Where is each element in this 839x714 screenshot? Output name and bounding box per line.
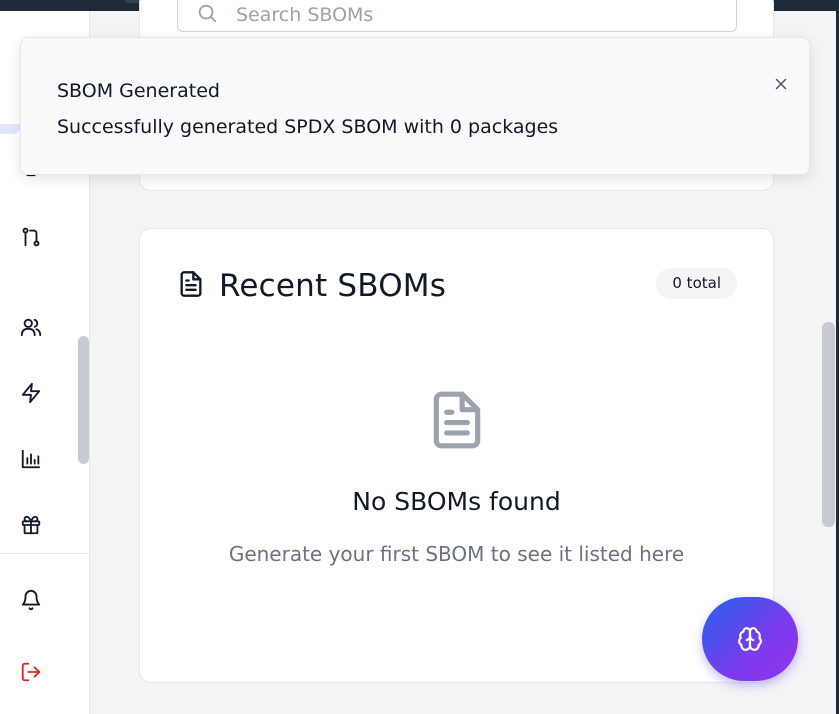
- empty-state-title: No SBOMs found: [352, 487, 561, 516]
- sidebar-scrollbar-thumb[interactable]: [78, 336, 89, 464]
- search-placeholder: Search SBOMs: [236, 4, 374, 26]
- recent-sboms-title: Recent SBOMs: [219, 268, 447, 304]
- sidebar-item-notifications[interactable]: [19, 588, 43, 612]
- bar-chart-icon: [20, 448, 42, 470]
- close-icon: [772, 75, 790, 93]
- sidebar-item-analytics[interactable]: [19, 447, 43, 471]
- search-input[interactable]: Search SBOMs: [177, 0, 737, 32]
- sidebar-item-activity[interactable]: [19, 381, 43, 405]
- sidebar-item-logout[interactable]: [19, 660, 43, 684]
- gift-icon: [20, 514, 42, 536]
- bell-icon: [20, 589, 42, 611]
- toast-title: SBOM Generated: [57, 80, 220, 102]
- file-text-icon: [177, 269, 205, 299]
- brain-icon: [737, 626, 763, 652]
- users-icon: [20, 316, 42, 338]
- toast-message: Successfully generated SPDX SBOM with 0 …: [57, 116, 559, 138]
- git-pull-request-icon: [20, 226, 42, 248]
- empty-state-subtitle: Generate your first SBOM to see it liste…: [228, 542, 685, 566]
- sidebar-divider: [0, 553, 90, 554]
- recent-sboms-card: Recent SBOMs 0 total No SBOMs found Gene…: [139, 228, 774, 683]
- ai-assistant-button[interactable]: [702, 597, 798, 681]
- zap-icon: [20, 382, 42, 404]
- main-scrollbar-thumb[interactable]: [822, 322, 835, 527]
- search-icon: [196, 2, 218, 24]
- sidebar-active-indicator: [0, 124, 22, 134]
- total-count-badge: 0 total: [656, 268, 737, 299]
- toast-close-button[interactable]: [769, 72, 793, 96]
- sidebar-item-rewards[interactable]: [19, 513, 43, 537]
- toast-notification: SBOM Generated Successfully generated SP…: [20, 37, 810, 175]
- sidebar-item-pull-requests[interactable]: [19, 225, 43, 249]
- sidebar-item-users[interactable]: [19, 315, 43, 339]
- empty-file-icon: [426, 385, 488, 455]
- logout-icon: [20, 661, 42, 683]
